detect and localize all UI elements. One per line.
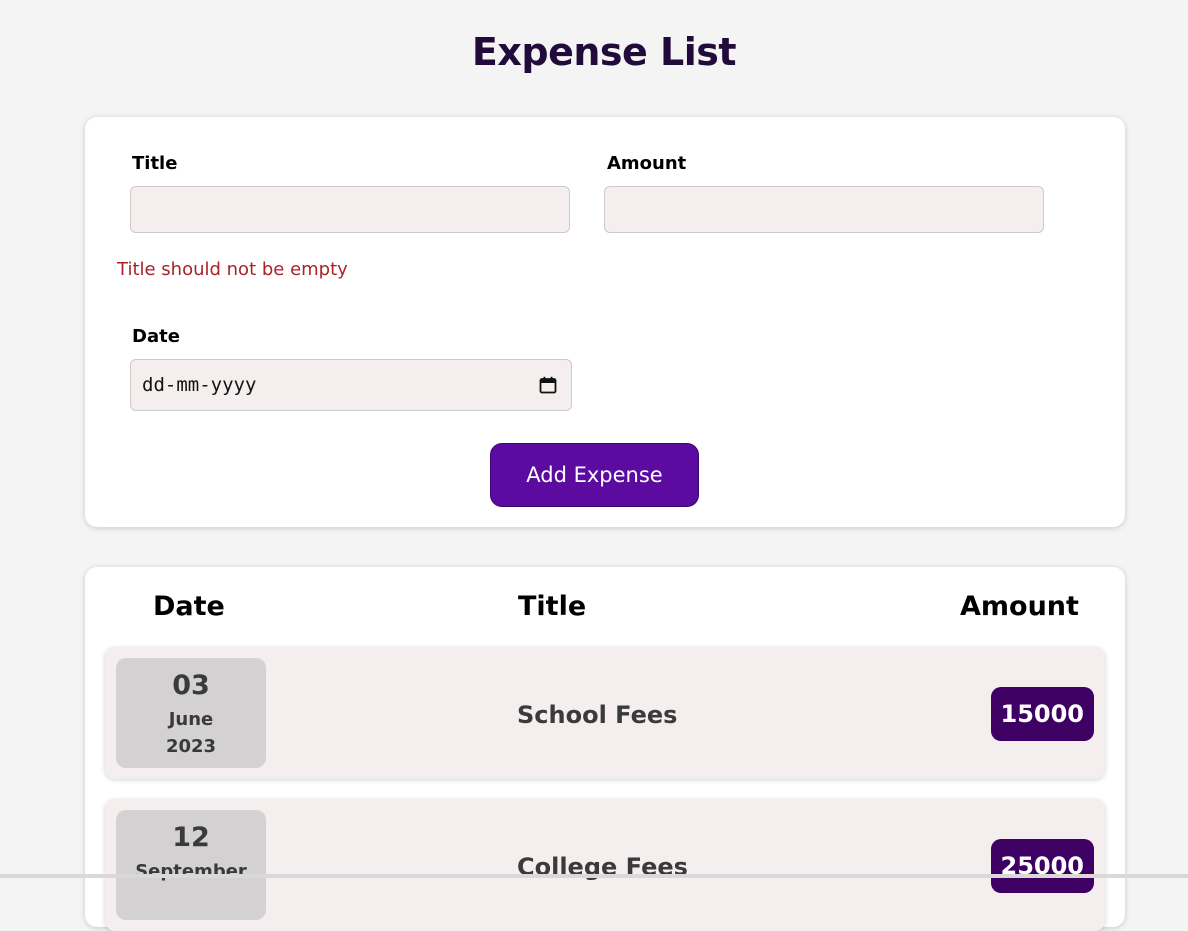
expense-amount-badge: 25000: [990, 839, 1094, 893]
amount-input[interactable]: [604, 186, 1044, 233]
expense-date-box: 12 September: [116, 810, 266, 920]
expense-amount-badge: 15000: [990, 687, 1094, 741]
calendar-icon[interactable]: [539, 376, 557, 394]
date-label: Date: [132, 326, 180, 347]
window-bottom-edge: [0, 874, 1188, 878]
expense-title: School Fees: [517, 701, 678, 729]
amount-label: Amount: [607, 153, 687, 174]
expense-day: 12: [172, 822, 210, 853]
expense-form: Title Amount Title should not be empty D…: [85, 117, 1125, 527]
date-input[interactable]: dd-mm-yyyy: [130, 359, 572, 411]
date-placeholder[interactable]: dd-mm-yyyy: [142, 374, 256, 396]
page-title: Expense List: [471, 30, 737, 74]
expense-date-box: 03 June 2023: [116, 658, 266, 768]
expense-list: Date Title Amount 03 June 2023 School Fe…: [85, 567, 1125, 931]
amount-column-header: Amount: [960, 591, 1079, 622]
expense-month: June: [168, 709, 214, 730]
add-expense-button[interactable]: Add Expense: [490, 443, 699, 507]
expense-year: 2023: [165, 736, 217, 757]
expense-month: September: [135, 861, 247, 882]
title-label: Title: [132, 153, 178, 174]
date-column-header: Date: [153, 591, 225, 622]
title-input[interactable]: [130, 186, 570, 233]
expense-day: 03: [172, 670, 210, 701]
title-error-message: Title should not be empty: [117, 259, 348, 280]
title-column-header: Title: [518, 591, 587, 622]
expense-row[interactable]: 12 September College Fees 25000: [105, 799, 1105, 931]
expense-row[interactable]: 03 June 2023 School Fees 15000: [105, 647, 1105, 779]
